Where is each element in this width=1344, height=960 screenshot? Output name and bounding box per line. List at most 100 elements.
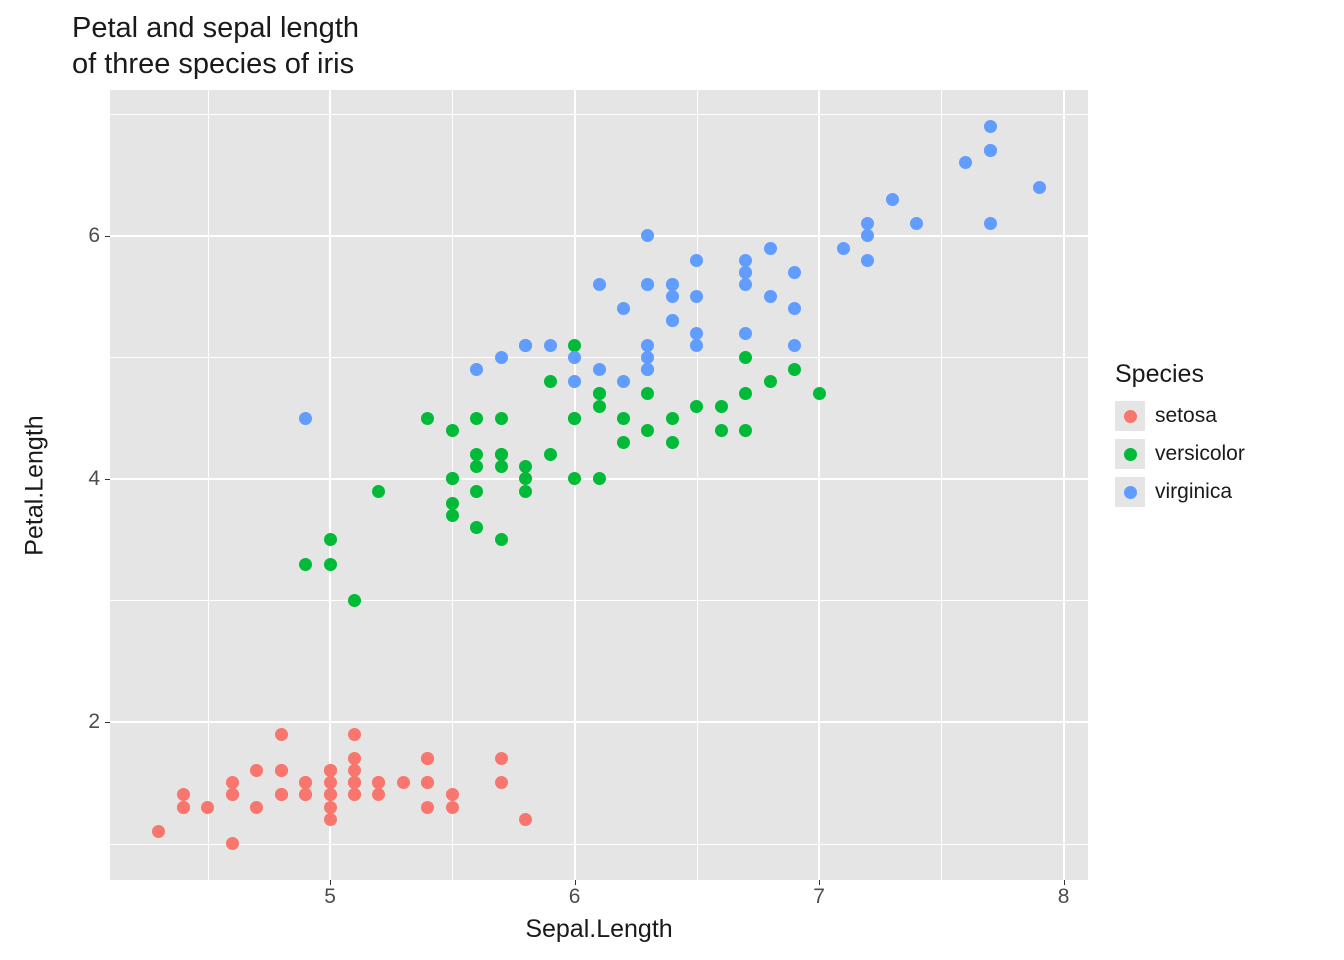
data-point [568, 339, 581, 352]
gridline-major-h [110, 721, 1088, 723]
data-point [372, 776, 385, 789]
legend-dot-icon [1124, 448, 1137, 461]
data-point [348, 728, 361, 741]
data-point [641, 424, 654, 437]
legend-title: Species [1115, 360, 1315, 389]
data-point [226, 837, 239, 850]
data-point [299, 558, 312, 571]
data-point [666, 412, 679, 425]
data-point [372, 485, 385, 498]
data-point [544, 448, 557, 461]
data-point [446, 509, 459, 522]
data-point [495, 752, 508, 765]
gridline-major-v [818, 90, 820, 880]
data-point [177, 801, 190, 814]
y-tick-label: 4 [70, 467, 100, 491]
x-tick-label: 5 [324, 885, 336, 909]
y-axis-label: Petal.Length [20, 90, 50, 880]
data-point [984, 217, 997, 230]
data-point [299, 788, 312, 801]
data-point [739, 424, 752, 437]
y-tick-dash [105, 722, 110, 723]
data-point [568, 351, 581, 364]
data-point [495, 460, 508, 473]
data-point [813, 387, 826, 400]
data-point [690, 327, 703, 340]
data-point [324, 558, 337, 571]
data-point [788, 339, 801, 352]
gridline-major-h [110, 235, 1088, 237]
y-tick-label: 6 [70, 224, 100, 248]
data-point [1033, 181, 1046, 194]
data-point [641, 278, 654, 291]
data-point [788, 266, 801, 279]
data-point [348, 776, 361, 789]
data-point [593, 400, 606, 413]
x-axis-label: Sepal.Length [110, 915, 1088, 944]
data-point [324, 533, 337, 546]
data-point [593, 387, 606, 400]
data-point [641, 351, 654, 364]
data-point [739, 327, 752, 340]
data-point [617, 436, 630, 449]
data-point [275, 788, 288, 801]
data-point [617, 302, 630, 315]
legend-item: setosa [1115, 401, 1315, 431]
legend-key [1115, 401, 1145, 431]
data-point [348, 594, 361, 607]
data-point [715, 424, 728, 437]
data-point [152, 825, 165, 838]
data-point [519, 472, 532, 485]
data-point [568, 412, 581, 425]
legend-label: setosa [1155, 404, 1217, 428]
plot-panel [110, 90, 1088, 880]
data-point [641, 229, 654, 242]
data-point [984, 144, 997, 157]
data-point [470, 460, 483, 473]
data-point [666, 436, 679, 449]
data-point [666, 278, 679, 291]
data-point [690, 339, 703, 352]
data-point [250, 764, 263, 777]
data-point [519, 460, 532, 473]
data-point [446, 424, 459, 437]
data-point [739, 351, 752, 364]
data-point [226, 788, 239, 801]
data-point [617, 412, 630, 425]
data-point [446, 497, 459, 510]
data-point [324, 776, 337, 789]
gridline-minor-h [110, 600, 1088, 601]
data-point [568, 472, 581, 485]
legend-item: versicolor [1115, 439, 1315, 469]
data-point [764, 290, 777, 303]
data-point [715, 400, 728, 413]
gridline-minor-v [697, 90, 698, 880]
data-point [495, 533, 508, 546]
data-point [421, 776, 434, 789]
data-point [690, 290, 703, 303]
gridline-minor-v [208, 90, 209, 880]
data-point [275, 764, 288, 777]
data-point [299, 412, 312, 425]
data-point [348, 788, 361, 801]
legend: Species setosaversicolorvirginica [1115, 360, 1315, 515]
gridline-minor-h [110, 357, 1088, 358]
data-point [641, 339, 654, 352]
data-point [617, 375, 630, 388]
gridline-minor-v [941, 90, 942, 880]
y-tick-label: 2 [70, 710, 100, 734]
data-point [593, 278, 606, 291]
data-point [495, 776, 508, 789]
data-point [861, 254, 874, 267]
data-point [348, 752, 361, 765]
chart-container: Petal and sepal length of three species … [0, 0, 1344, 960]
data-point [324, 788, 337, 801]
gridline-minor-h [110, 844, 1088, 845]
data-point [666, 314, 679, 327]
data-point [788, 363, 801, 376]
data-point [421, 752, 434, 765]
data-point [470, 521, 483, 534]
x-tick-label: 6 [569, 885, 581, 909]
data-point [519, 813, 532, 826]
gridline-minor-h [110, 114, 1088, 115]
